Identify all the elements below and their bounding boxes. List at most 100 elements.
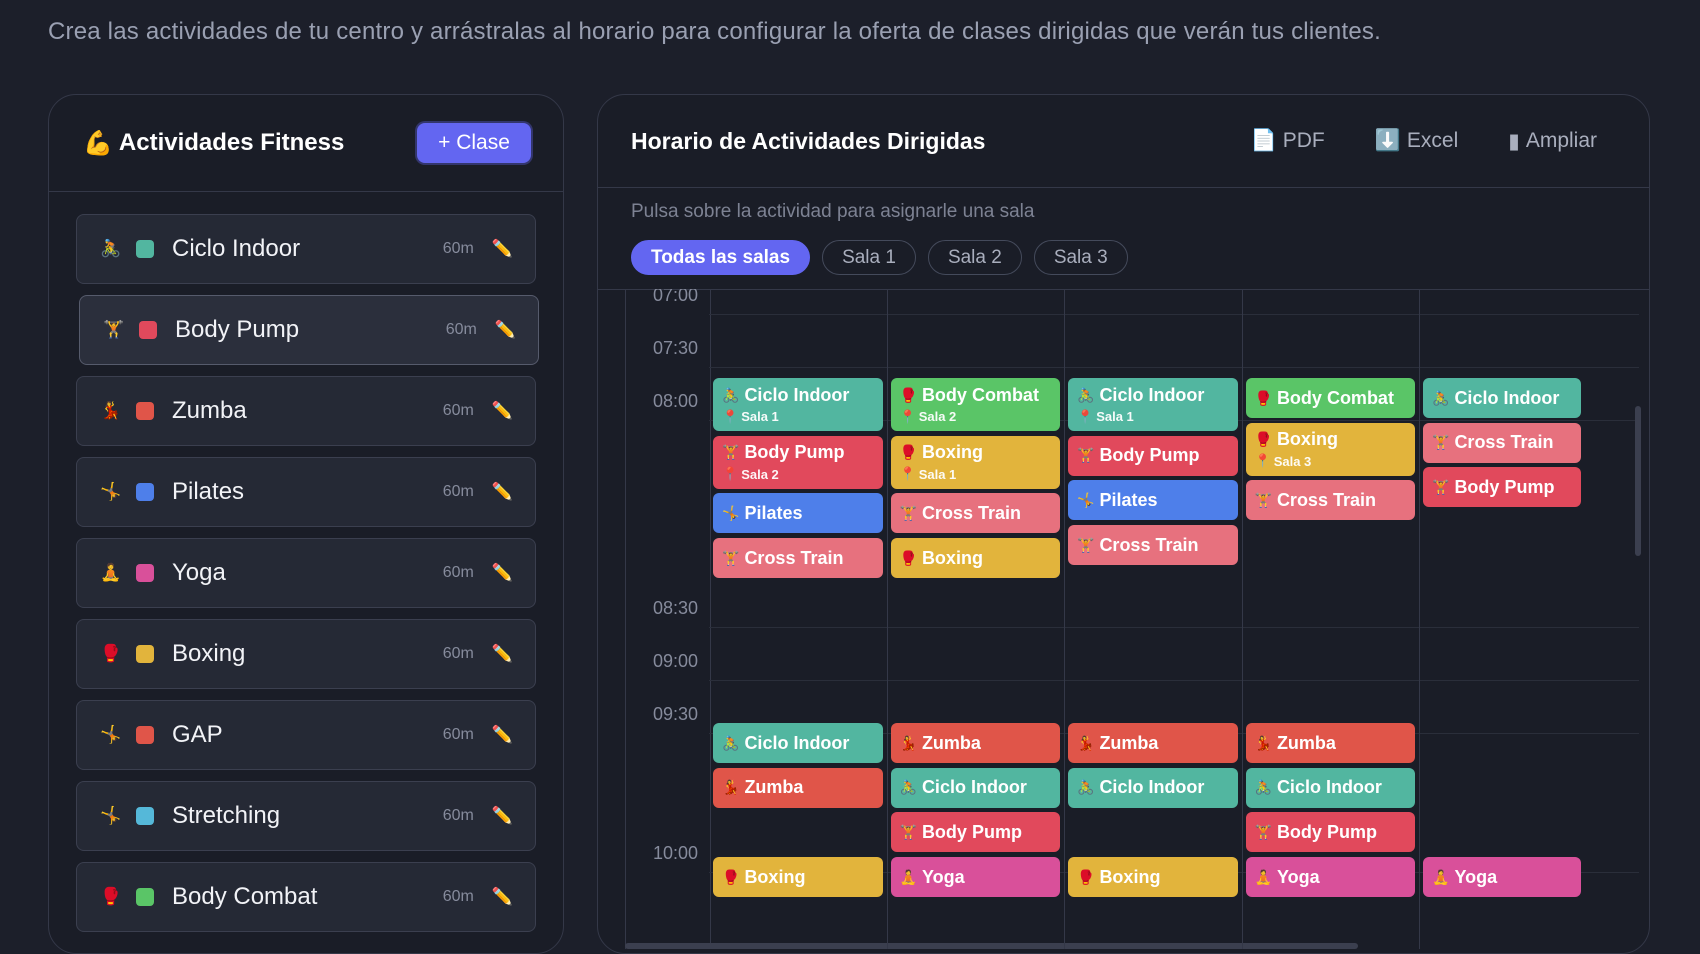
class-name: Boxing <box>921 547 983 568</box>
class-event[interactable]: 🥊 Boxing 📍 Sala 1 <box>890 435 1060 489</box>
export-pdf-button[interactable]: 📄 PDF <box>1251 129 1325 153</box>
class-event[interactable]: 🧘 Yoga <box>1245 857 1415 897</box>
horizontal-scrollbar[interactable] <box>625 943 1358 949</box>
schedule-grid[interactable]: 07:00 07:30 08:00 08:30 09:00 09:30 10:00 🚴 Cic… <box>625 289 1639 949</box>
class-event[interactable]: 🧘 Yoga <box>890 857 1060 897</box>
activity-name: Pilates <box>172 478 245 505</box>
dancer-icon: 💃 <box>100 401 122 420</box>
color-swatch <box>136 483 154 501</box>
edit-pencil-icon[interactable]: ✏️ <box>492 401 513 421</box>
activity-item[interactable]: 🥊 Boxing 60m ✏️ <box>76 619 536 689</box>
class-name: Cross Train <box>921 502 1021 523</box>
export-excel-button[interactable]: ⬇️ Excel <box>1375 129 1459 153</box>
expand-button[interactable]: ▮ Ampliar <box>1508 129 1597 154</box>
class-event[interactable]: 🏋 Cross Train <box>1245 480 1415 521</box>
class-title: 🏋 Body Pump <box>900 822 1052 843</box>
class-event[interactable]: 💃 Zumba <box>1068 723 1238 763</box>
edit-pencil-icon[interactable]: ✏️ <box>492 563 513 583</box>
class-name: Cross Train <box>1454 432 1554 453</box>
class-event[interactable]: 💃 Zumba <box>890 723 1060 763</box>
class-name: Ciclo Indoor <box>744 384 850 405</box>
activity-item[interactable]: 🚴 Ciclo Indoor 60m ✏️ <box>76 214 536 284</box>
filter-sala-1[interactable]: Sala 1 <box>822 240 916 275</box>
class-event[interactable]: 🚴 Ciclo Indoor <box>1068 767 1238 808</box>
class-event[interactable]: 🏋 Body Pump <box>1423 467 1581 508</box>
activities-header: 💪 Actividades Fitness + Clase <box>49 95 563 192</box>
class-event[interactable]: 🏋 Cross Train <box>1068 525 1238 566</box>
class-event[interactable]: 💃 Zumba <box>1245 723 1415 763</box>
class-event[interactable]: 🏋 Body Pump <box>890 812 1060 853</box>
pin-icon: 📍 <box>899 466 916 482</box>
class-event[interactable]: 🚴 Ciclo Indoor <box>1245 767 1415 808</box>
class-event[interactable]: 🧘 Yoga <box>1423 857 1581 897</box>
class-event[interactable]: 🥊 Boxing <box>1068 857 1238 897</box>
class-event[interactable]: 🚴 Ciclo Indoor <box>1423 378 1581 418</box>
filter-all-rooms[interactable]: Todas las salas <box>631 240 811 275</box>
class-name: Ciclo Indoor <box>1099 777 1205 798</box>
class-title: 🚴 Ciclo Indoor <box>1077 385 1229 406</box>
activity-item[interactable]: 🤸 Stretching 60m ✏️ <box>76 781 536 851</box>
class-event[interactable]: 🥊 Boxing <box>713 857 883 897</box>
activity-name: Yoga <box>172 559 226 586</box>
class-title: 🏋 Body Pump <box>1255 822 1407 843</box>
activity-duration: 60m <box>442 888 474 905</box>
day-gridline <box>1064 289 1065 949</box>
activity-icon: 🥊 <box>899 444 917 461</box>
activity-item[interactable]: 💃 Zumba 60m ✏️ <box>76 376 536 446</box>
edit-pencil-icon[interactable]: ✏️ <box>492 887 513 907</box>
activity-duration: 60m <box>442 726 474 743</box>
activity-item[interactable]: 🏋 Body Pump 60m ✏️ <box>79 295 539 365</box>
class-title: 🏋 Cross Train <box>722 548 874 569</box>
class-room: 📍 Sala 2 <box>900 409 1052 425</box>
class-name: Zumba <box>1099 732 1159 753</box>
pin-icon: 📍 <box>899 408 916 424</box>
add-class-button[interactable]: + Clase <box>417 123 531 163</box>
class-event[interactable]: 🏋 Body Pump 📍 Sala 2 <box>713 435 883 489</box>
activity-icon: 🏋 <box>1432 478 1450 495</box>
edit-pencil-icon[interactable]: ✏️ <box>492 725 513 745</box>
edit-pencil-icon[interactable]: ✏️ <box>495 320 516 340</box>
edit-pencil-icon[interactable]: ✏️ <box>492 644 513 664</box>
class-event[interactable]: 🏋 Body Pump <box>1068 435 1238 476</box>
filter-sala-2[interactable]: Sala 2 <box>927 240 1022 275</box>
class-event[interactable]: 🚴 Ciclo Indoor <box>890 767 1060 808</box>
edit-pencil-icon[interactable]: ✏️ <box>492 806 513 826</box>
class-event[interactable]: 💃 Zumba <box>713 767 883 808</box>
edit-pencil-icon[interactable]: ✏️ <box>492 239 513 259</box>
class-event[interactable]: 🥊 Boxing 📍 Sala 3 <box>1245 422 1415 476</box>
class-title: 🧘 Yoga <box>1432 867 1572 888</box>
color-swatch <box>136 564 154 582</box>
class-name: Boxing <box>921 442 983 463</box>
edit-pencil-icon[interactable]: ✏️ <box>492 482 513 502</box>
vertical-scrollbar[interactable] <box>1635 406 1641 556</box>
class-title: 🚴 Ciclo Indoor <box>1077 777 1229 798</box>
class-event[interactable]: 🥊 Body Combat 📍 Sala 2 <box>890 378 1060 431</box>
class-name: Ciclo Indoor <box>1276 777 1382 798</box>
class-event[interactable]: 🤸 Pilates <box>1068 480 1238 521</box>
class-event[interactable]: 🏋 Cross Train <box>1423 422 1581 463</box>
class-event[interactable]: 🥊 Boxing <box>890 538 1060 579</box>
class-event[interactable]: 🏋 Cross Train <box>713 538 883 579</box>
class-event[interactable]: 🚴 Ciclo Indoor 📍 Sala 1 <box>713 378 883 431</box>
activity-item[interactable]: 🥊 Body Combat 60m ✏️ <box>76 862 536 932</box>
class-title: 🥊 Boxing <box>1255 429 1407 450</box>
activity-icon: 🥊 <box>722 868 740 885</box>
class-title: 💃 Zumba <box>1077 733 1229 754</box>
class-event[interactable]: 🚴 Ciclo Indoor <box>713 723 883 763</box>
activity-item[interactable]: 🤸 Pilates 60m ✏️ <box>76 457 536 527</box>
class-title: 🤸 Pilates <box>722 503 874 524</box>
activity-item[interactable]: 🤸 GAP 60m ✏️ <box>76 700 536 770</box>
class-event[interactable]: 🤸 Pilates <box>713 493 883 534</box>
activity-icon: 🥊 <box>1254 431 1272 448</box>
activity-item[interactable]: 🧘 Yoga 60m ✏️ <box>76 538 536 608</box>
class-event[interactable]: 🥊 Body Combat <box>1245 378 1415 418</box>
class-event[interactable]: 🏋 Body Pump <box>1245 812 1415 853</box>
class-event[interactable]: 🏋 Cross Train <box>890 493 1060 534</box>
class-title: 💃 Zumba <box>722 777 874 798</box>
filter-sala-3[interactable]: Sala 3 <box>1033 240 1128 275</box>
activity-duration: 60m <box>442 645 474 662</box>
class-event[interactable]: 🚴 Ciclo Indoor 📍 Sala 1 <box>1068 378 1238 431</box>
activity-icon: 🚴 <box>1432 389 1450 406</box>
class-name: Body Pump <box>744 442 845 463</box>
class-title: 🚴 Ciclo Indoor <box>1255 777 1407 798</box>
